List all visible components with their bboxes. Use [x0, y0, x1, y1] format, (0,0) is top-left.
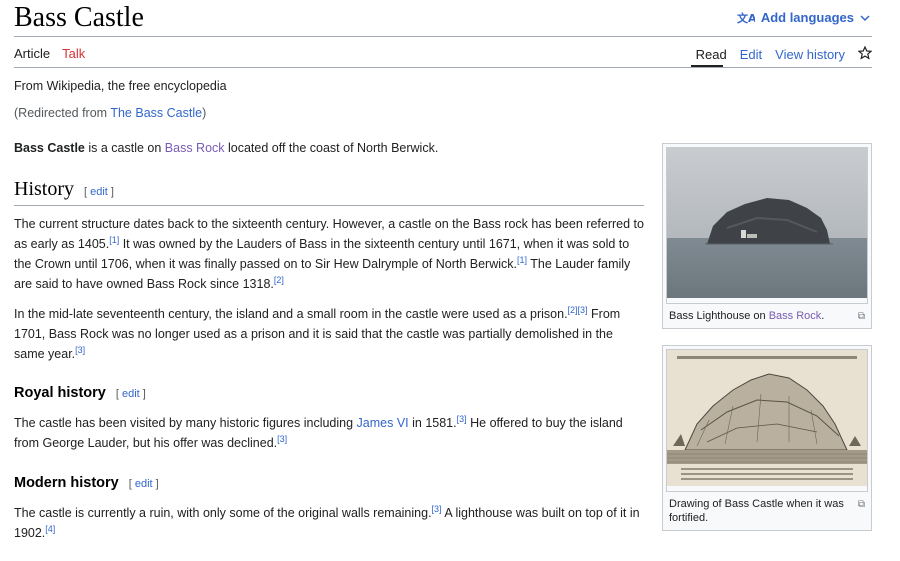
title-divider — [14, 36, 872, 37]
bass-castle-drawing[interactable] — [666, 349, 868, 492]
intro-text-2: located off the coast of North Berwick. — [224, 141, 439, 155]
drawing-caption-text: Drawing of Bass Castle when it was forti… — [669, 498, 844, 524]
tabs-divider — [14, 67, 872, 68]
royal-text-a: The castle has been visited by many hist… — [14, 416, 357, 430]
svg-text:文A: 文A — [737, 11, 755, 25]
drawing-caption: Drawing of Bass Castle when it was forti… — [663, 495, 871, 530]
edit-bracket-close: ] — [107, 186, 114, 198]
add-languages-label: Add languages — [760, 10, 854, 25]
photo-caption-text: Bass Lighthouse on — [669, 310, 769, 322]
tab-read[interactable]: Read — [696, 47, 727, 62]
intro-text-1: is a castle on — [84, 141, 165, 155]
intro-bold: Bass Castle — [14, 141, 85, 155]
history-p2-text-a: In the mid-late seventeenth century, the… — [14, 307, 568, 321]
royal-history-paragraph: The castle has been visited by many hist… — [14, 413, 644, 453]
history-heading: History [ edit ] — [14, 178, 644, 206]
ref-link[interactable]: [2] — [274, 275, 284, 285]
ref-link[interactable]: [4] — [45, 524, 55, 534]
modern-history-paragraph: The castle is currently a ruin, with onl… — [14, 503, 644, 543]
redirect-prefix: (Redirected from — [14, 106, 111, 120]
enlarge-icon[interactable]: ⧉ — [858, 498, 865, 512]
photo-caption: Bass Lighthouse on Bass Rock. ⧉ — [663, 307, 871, 328]
ref-link[interactable]: [3] — [277, 434, 287, 444]
edit-bracket-close: ] — [139, 388, 146, 400]
ref-link[interactable]: [3] — [75, 345, 85, 355]
history-edit-section: [ edit ] — [84, 186, 114, 198]
translate-icon: 文A — [737, 11, 755, 25]
tab-edit[interactable]: Edit — [740, 47, 762, 62]
royal-history-heading: Royal history [ edit ] — [14, 385, 146, 401]
ref-link[interactable]: [3] — [432, 504, 442, 514]
royal-edit-link[interactable]: edit — [122, 388, 140, 400]
bass-rock-photo-figure: Bass Lighthouse on Bass Rock. ⧉ — [662, 143, 872, 329]
site-tagline: From Wikipedia, the free encyclopedia — [14, 79, 227, 93]
add-languages-button[interactable]: 文A Add languages — [737, 10, 870, 25]
photo-caption-period: . — [821, 310, 825, 322]
history-paragraph-1: The current structure dates back to the … — [14, 214, 644, 294]
tab-view-history[interactable]: View history — [775, 47, 845, 62]
bass-rock-photo[interactable] — [666, 147, 868, 304]
bass-castle-drawing-figure: Drawing of Bass Castle when it was forti… — [662, 345, 872, 531]
modern-edit-section: [ edit ] — [129, 478, 159, 490]
chevron-down-icon — [860, 14, 870, 22]
history-edit-link[interactable]: edit — [90, 186, 108, 198]
modern-heading-text: Modern history — [14, 475, 119, 491]
enlarge-icon[interactable]: ⧉ — [858, 310, 865, 324]
royal-heading-text: Royal history — [14, 385, 106, 401]
ref-link[interactable]: [3] — [457, 414, 467, 424]
ref-link[interactable]: [2][3] — [568, 305, 588, 315]
james-vi-link[interactable]: James VI — [357, 416, 409, 430]
tab-article[interactable]: Article — [14, 46, 50, 61]
tab-talk[interactable]: Talk — [62, 46, 85, 61]
view-tabs: Read Edit View history — [696, 45, 873, 63]
namespace-tabs: Article Talk — [14, 46, 85, 61]
modern-text-a: The castle is currently a ruin, with onl… — [14, 506, 432, 520]
royal-edit-section: [ edit ] — [116, 388, 146, 400]
redirect-suffix: ) — [202, 106, 207, 120]
bass-rock-link[interactable]: Bass Rock — [165, 141, 225, 155]
ref-link[interactable]: [1] — [517, 255, 527, 265]
photo-caption-bass-rock-link[interactable]: Bass Rock — [769, 310, 822, 322]
edit-bracket-close: ] — [152, 478, 159, 490]
redirect-notice: (Redirected from The Bass Castle) — [14, 106, 206, 120]
intro-paragraph: Bass Castle is a castle on Bass Rock loc… — [14, 138, 644, 158]
history-heading-text: History — [14, 178, 74, 200]
modern-edit-link[interactable]: edit — [135, 478, 153, 490]
watch-star-icon[interactable] — [857, 45, 873, 63]
history-paragraph-2: In the mid-late seventeenth century, the… — [14, 304, 644, 364]
royal-text-b: in 1581. — [408, 416, 457, 430]
modern-history-heading: Modern history [ edit ] — [14, 475, 159, 491]
redirect-link[interactable]: The Bass Castle — [110, 106, 202, 120]
page-title: Bass Castle — [14, 2, 144, 33]
ref-link[interactable]: [1] — [109, 235, 119, 245]
